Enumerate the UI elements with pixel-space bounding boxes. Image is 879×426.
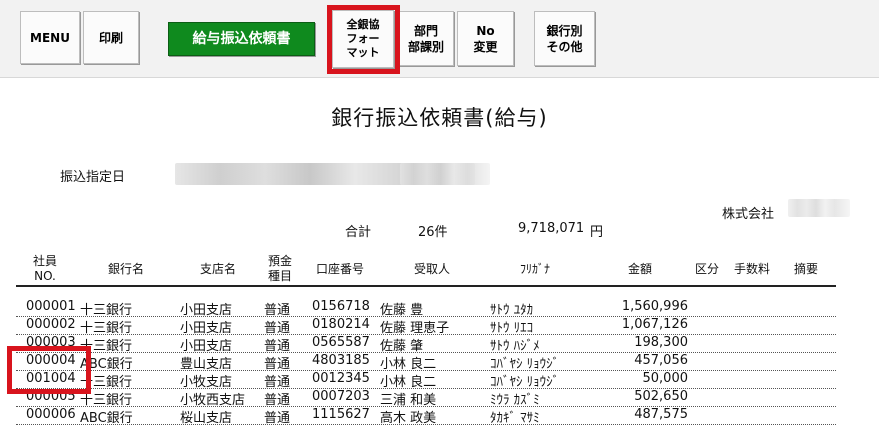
cell-account: 0180214 — [312, 317, 370, 332]
table-row: 000004 ABC銀行 豊山支店 普通 4803185 小林 良二 ｺﾊﾞﾔｼ ﾘｮｳｼﾞ… — [16, 352, 836, 372]
total-label: 合計 — [345, 225, 372, 240]
cell-account: 1115627 — [312, 407, 370, 422]
table-row: 000002 十三銀行 小田支店 普通 0180214 佐藤 理恵子 ｻﾄｳ ﾘｴｺ 1,06… — [16, 316, 836, 336]
highlight-frame — [327, 5, 400, 74]
redacted-date-2 — [400, 163, 490, 185]
cell-no: 000006 — [26, 407, 76, 422]
cell-amount: 1,067,126 — [621, 317, 688, 332]
cell-account: 0007203 — [312, 389, 370, 404]
total-yen: 円 — [590, 225, 604, 240]
cell-account: 0156718 — [312, 299, 370, 314]
col-category: 区分 — [694, 262, 719, 276]
header-rule — [16, 285, 836, 287]
menu-button[interactable]: MENU — [20, 11, 80, 64]
no-change-button[interactable]: No 変更 — [457, 11, 514, 66]
col-kana: ﾌﾘｶﾞﾅ — [519, 262, 550, 276]
cell-branch: 桜山支店 — [180, 411, 233, 426]
col-bank: 銀行名 — [107, 262, 144, 276]
col-amount: 金額 — [627, 262, 652, 276]
toolbar: MENU 印刷 給与振込依頼書 全銀協 フォー マット 部門 部課別 No 変更… — [0, 0, 879, 78]
table-row: 000001 十三銀行 小田支店 普通 0156718 佐藤 豊ｻﾄｳ ﾕﾀｶ 1,560,… — [16, 298, 836, 318]
cell-amount: 198,300 — [634, 335, 688, 350]
cell-name: 高木 政美 — [380, 411, 437, 426]
cell-bank: ABC銀行 — [80, 411, 133, 426]
col-fee: 手数料 — [733, 262, 770, 276]
cell-type: 普通 — [264, 411, 291, 426]
cell-no: 000001 — [26, 299, 76, 314]
cell-account: 0565587 — [312, 335, 370, 350]
cell-account: 4803185 — [312, 353, 370, 368]
table-row: 000005 十三銀行 小牧西支店 普通 0007203 三浦 和美 ﾐｳﾗ ｶｽﾞﾐ 502… — [16, 388, 836, 408]
transfer-date-label: 振込指定日 — [60, 170, 126, 185]
company-label: 株式会社 — [722, 207, 775, 222]
highlight-frame-rows — [7, 346, 91, 394]
print-button[interactable]: 印刷 — [83, 11, 139, 64]
col-note: 摘要 — [793, 262, 818, 276]
cell-amount: 457,056 — [634, 353, 688, 368]
department-button[interactable]: 部門 部課別 — [398, 11, 454, 66]
salary-transfer-request-button[interactable]: 給与振込依頼書 — [168, 22, 315, 56]
col-account: 口座番号 — [315, 262, 364, 276]
document-title: 銀行振込依頼書(給与) — [331, 106, 548, 130]
col-emp-no: 社員 NO. — [32, 254, 57, 283]
cell-kana: ﾀｶｷﾞ ﾏｻﾐ — [490, 411, 540, 426]
cell-amount: 1,560,996 — [621, 299, 688, 314]
cell-account: 0012345 — [312, 371, 370, 386]
col-branch: 支店名 — [199, 262, 236, 276]
cell-amount: 487,575 — [634, 407, 688, 422]
table-row: 001004 十三銀行 小牧支店 普通 0012345 小林 良二 ｺﾊﾞﾔｼ ﾘｮｳｼﾞ 5… — [16, 370, 836, 390]
cell-no: 000002 — [26, 317, 76, 332]
cell-amount: 502,650 — [634, 389, 688, 404]
redacted-company — [788, 199, 850, 217]
col-payee: 受取人 — [413, 262, 450, 276]
by-bank-button[interactable]: 銀行別 その他 — [534, 11, 595, 66]
total-amount: 9,718,071 — [518, 221, 585, 236]
col-deposit-type: 預金 種目 — [267, 254, 292, 283]
total-count: 26件 — [418, 225, 448, 240]
table-row: 000003 十三銀行 小田支店 普通 0565587 佐藤 肇ｻﾄｳ ﾊｼﾞﾒ 198,3… — [16, 334, 836, 354]
cell-amount: 50,000 — [642, 371, 689, 386]
